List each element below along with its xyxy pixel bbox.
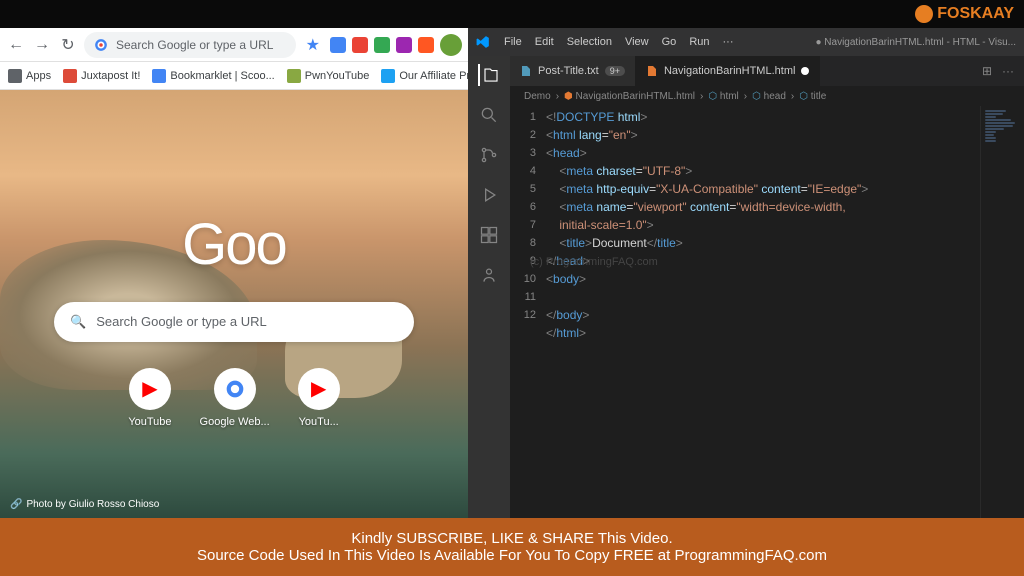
extension-icon[interactable] — [374, 37, 390, 53]
bookmark-icon — [381, 69, 395, 83]
editor-area: Post-Title.txt 9+ NavigationBarinHTML.html… — [510, 56, 1024, 518]
debug-icon[interactable] — [478, 184, 500, 206]
activity-bar — [468, 56, 510, 518]
omnibox-placeholder: Search Google or type a URL — [116, 38, 273, 52]
bookmark-label: Apps — [26, 70, 51, 82]
split-icon[interactable]: ⊞ — [982, 64, 992, 78]
breadcrumb-item[interactable]: ⬡ title — [799, 91, 826, 102]
menu-item[interactable]: Selection — [567, 36, 612, 48]
bookmark-label: PwnYouTube — [305, 70, 370, 82]
menu-item[interactable]: Run — [689, 36, 709, 48]
reload-button[interactable]: ↻ — [58, 35, 78, 55]
tab-label: Post-Title.txt — [538, 65, 599, 77]
forward-button[interactable]: → — [32, 35, 52, 55]
tab-badge: 9+ — [605, 66, 625, 76]
video-banner: Kindly SUBSCRIBE, LIKE & SHARE This Vide… — [0, 518, 1024, 576]
main-split: ← → ↻ Search Google or type a URL ★ Apps… — [0, 28, 1024, 518]
editor-tab[interactable]: Post-Title.txt 9+ — [510, 56, 636, 86]
shortcut-item[interactable]: ▶ YouTube — [128, 368, 171, 428]
menu-item[interactable]: View — [625, 36, 649, 48]
shortcut-label: YouTu... — [299, 416, 339, 428]
shortcuts-row: ▶ YouTube Google Web... ▶ YouTu... — [128, 368, 339, 428]
line-gutter: 123456789101112 — [510, 106, 546, 518]
menu-item[interactable]: Go — [662, 36, 677, 48]
file-icon — [646, 65, 658, 77]
shortcut-item[interactable]: ▶ YouTu... — [298, 368, 340, 428]
breadcrumb-item[interactable]: Demo — [524, 91, 551, 102]
bookmark-item[interactable]: PwnYouTube — [287, 69, 370, 83]
bookmark-item[interactable]: Bookmarklet | Scoo... — [152, 69, 274, 83]
extension-icon[interactable] — [352, 37, 368, 53]
menu-item[interactable]: ··· — [723, 36, 734, 48]
bookmark-icon — [8, 69, 22, 83]
bookmark-icon — [152, 69, 166, 83]
bookmark-item[interactable]: Apps — [8, 69, 51, 83]
vscode-body: Post-Title.txt 9+ NavigationBarinHTML.html… — [468, 56, 1024, 518]
shortcut-icon: ▶ — [298, 368, 340, 410]
code-editor[interactable]: 123456789101112 <!DOCTYPE html> <html la… — [510, 106, 1024, 518]
watermark: (c) ProgrammingFAQ.com — [530, 256, 658, 268]
search-input[interactable]: 🔍 Search Google or type a URL — [54, 302, 414, 342]
chrome-toolbar: ← → ↻ Search Google or type a URL ★ — [0, 28, 468, 62]
link-icon: 🔗 — [10, 499, 22, 510]
tab-label: NavigationBarinHTML.html — [664, 65, 795, 77]
shortcut-label: YouTube — [128, 416, 171, 428]
tab-controls: ⊞ ··· — [982, 64, 1024, 78]
bookmark-star-icon[interactable]: ★ — [306, 35, 320, 55]
profile-avatar[interactable] — [440, 34, 462, 56]
vscode-titlebar: File Edit Selection View Go Run ··· ● Navigati… — [468, 28, 1024, 56]
window-title: ● NavigationBarinHTML.html - HTML - Visu… — [815, 37, 1016, 48]
more-icon[interactable]: ··· — [1002, 64, 1014, 78]
chrome-new-tab: Goo 🔍 Search Google or type a URL ▶ YouTu… — [0, 90, 468, 518]
shortcut-icon: ▶ — [129, 368, 171, 410]
source-control-icon[interactable] — [478, 144, 500, 166]
editor-tab[interactable]: NavigationBarinHTML.html — [636, 56, 820, 86]
video-top-strip: FOSKAAY — [0, 0, 1024, 28]
bookmark-item[interactable]: Juxtapost It! — [63, 69, 140, 83]
extension-icon[interactable] — [330, 37, 346, 53]
bookmark-label: Bookmarklet | Scoo... — [170, 70, 274, 82]
brand-logo: FOSKAAY — [915, 5, 1014, 23]
banner-line1: Kindly SUBSCRIBE, LIKE & SHARE This Vide… — [6, 530, 1018, 547]
vscode-window: File Edit Selection View Go Run ··· ● Navigati… — [468, 28, 1024, 518]
banner-line2: Source Code Used In This Video Is Availa… — [6, 547, 1018, 564]
google-icon — [94, 38, 108, 52]
shortcut-label: Google Web... — [200, 416, 270, 428]
extensions-icon[interactable] — [478, 224, 500, 246]
menu-item[interactable]: Edit — [535, 36, 554, 48]
shortcut-item[interactable]: Google Web... — [200, 368, 270, 428]
back-button[interactable]: ← — [6, 35, 26, 55]
chrome-window: ← → ↻ Search Google or type a URL ★ Apps… — [0, 28, 468, 518]
extension-icon[interactable] — [418, 37, 434, 53]
breadcrumb[interactable]: Demo›⬢ NavigationBarinHTML.html›⬡ html›⬡… — [510, 86, 1024, 106]
photo-credit[interactable]: 🔗 Photo by Giulio Rosso Chioso — [10, 499, 159, 510]
breadcrumb-item[interactable]: ⬢ NavigationBarinHTML.html — [564, 91, 695, 102]
search-placeholder: Search Google or type a URL — [96, 314, 267, 329]
logo-text: FOSKAAY — [937, 5, 1014, 23]
google-logo: Goo — [182, 211, 286, 278]
logo-icon — [915, 5, 933, 23]
bookmark-icon — [63, 69, 77, 83]
bookmark-icon — [287, 69, 301, 83]
extension-icon[interactable] — [396, 37, 412, 53]
menu-item[interactable]: File — [504, 36, 522, 48]
breadcrumb-item[interactable]: ⬡ html — [708, 91, 738, 102]
bookmarks-bar: Apps Juxtapost It! Bookmarklet | Scoo... Pw… — [0, 62, 468, 90]
shortcut-icon — [214, 368, 256, 410]
modified-indicator — [801, 67, 809, 75]
minimap[interactable] — [980, 106, 1024, 518]
explorer-icon[interactable] — [478, 64, 500, 86]
file-icon — [520, 65, 532, 77]
code-lines[interactable]: <!DOCTYPE html> <html lang="en"> <head> … — [546, 106, 980, 518]
search-icon: 🔍 — [70, 314, 86, 330]
live-share-icon[interactable] — [478, 264, 500, 286]
bookmark-label: Juxtapost It! — [81, 70, 140, 82]
editor-tabs: Post-Title.txt 9+ NavigationBarinHTML.html… — [510, 56, 1024, 86]
breadcrumb-item[interactable]: ⬡ head — [752, 91, 786, 102]
search-icon[interactable] — [478, 104, 500, 126]
vscode-icon — [476, 35, 490, 49]
address-bar[interactable]: Search Google or type a URL — [84, 32, 296, 58]
